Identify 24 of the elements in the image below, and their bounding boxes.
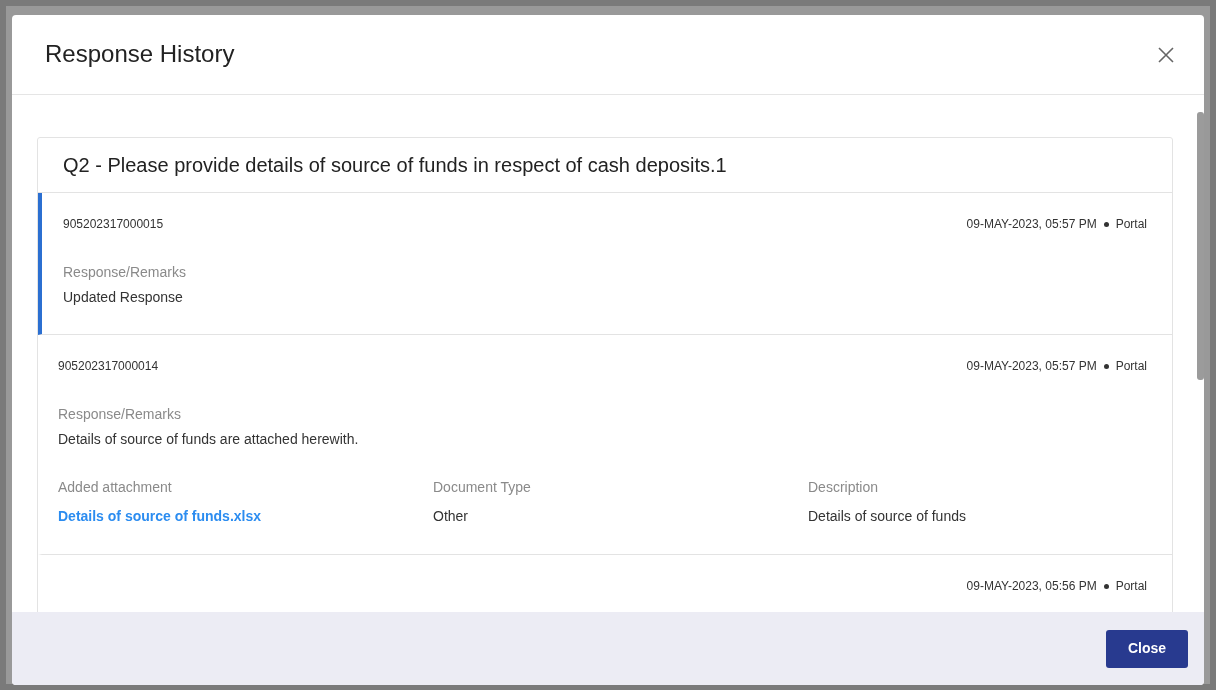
field-label: Response/Remarks — [63, 263, 187, 282]
reference-number: 905202317000014 — [58, 358, 159, 375]
timestamp: 09-MAY-2023, 05:56 PM — [966, 578, 1097, 595]
field-label: Description — [808, 478, 880, 497]
separator-dot-icon — [1103, 221, 1109, 227]
field-label: Response/Remarks — [58, 405, 182, 424]
field-label: Added attachment — [58, 478, 173, 497]
scrollbar-thumb[interactable] — [1197, 112, 1204, 380]
modal-title: Response History — [45, 40, 235, 69]
field-label: Document Type — [433, 478, 532, 497]
field-value: Details of source of funds — [808, 507, 966, 526]
separator-dot-icon — [1103, 363, 1109, 369]
source-label: Portal — [1115, 216, 1147, 233]
source-label: Portal — [1115, 578, 1147, 595]
question-title: Q2 - Please provide details of source of funds in respect of cash deposits.1 — [38, 138, 1172, 193]
reference-number: 905202317000015 — [63, 216, 164, 233]
remarks-text: Updated Response — [63, 288, 184, 307]
timestamp: 09-MAY-2023, 05:57 PM — [966, 358, 1097, 375]
source-label: Portal — [1115, 358, 1147, 375]
separator-dot-icon — [1103, 583, 1109, 589]
remarks-text: Details of source of funds are attached herewith. — [58, 430, 360, 449]
field-value: Other — [433, 507, 469, 526]
close-button[interactable]: Close — [1106, 629, 1188, 668]
timestamp: 09-MAY-2023, 05:57 PM — [966, 216, 1097, 233]
